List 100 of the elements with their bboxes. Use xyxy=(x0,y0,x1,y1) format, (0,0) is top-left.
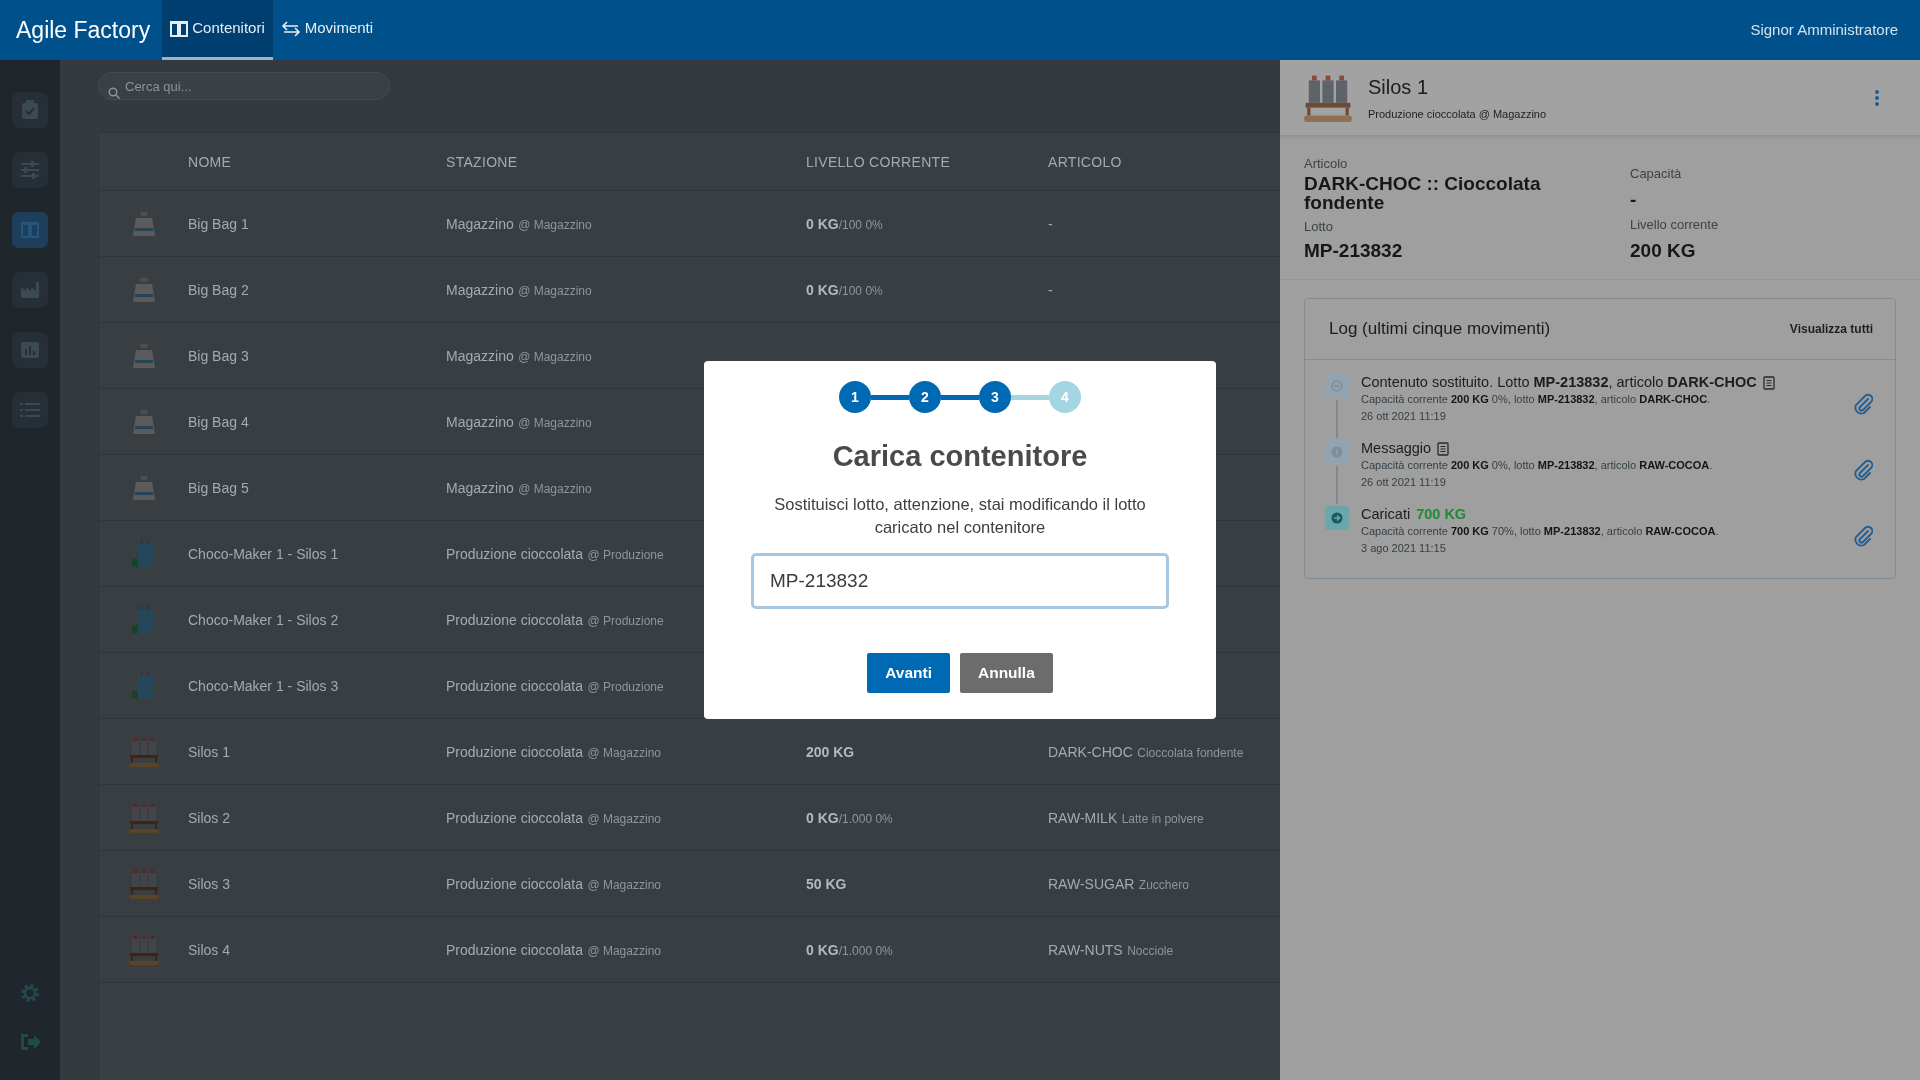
station-text: Produzione cioccolata xyxy=(446,743,583,760)
level-text: 0 KG/100 0% xyxy=(806,283,883,298)
search-icon xyxy=(108,86,120,99)
location-text: @ Magazzino xyxy=(587,877,661,892)
container-name: Silos 4 xyxy=(188,941,231,958)
location-text: @ Magazzino xyxy=(518,349,592,364)
article-code: DARK-CHOC xyxy=(1048,743,1133,760)
container-title: Silos 1 xyxy=(1368,75,1430,101)
column-header: NOME xyxy=(188,153,232,170)
level-text: 0 KG/100 0% xyxy=(806,217,883,232)
sidebar-item[interactable] xyxy=(12,92,48,128)
station-text: Magazzino xyxy=(446,347,514,364)
container-icon xyxy=(170,19,189,38)
location-text: @ Produzione xyxy=(587,547,664,562)
container-name: Silos 1 xyxy=(188,743,231,760)
location-text: @ Magazzino xyxy=(587,745,661,760)
paperclip-icon xyxy=(1853,524,1873,547)
nav-tab[interactable]: Contenitori xyxy=(162,0,273,60)
next-button[interactable]: Avanti xyxy=(867,652,950,693)
bag-icon xyxy=(130,341,157,370)
log-entry-title: Caricati xyxy=(1361,505,1411,524)
container-name: Big Bag 3 xyxy=(188,347,249,364)
silos-icon xyxy=(128,736,159,767)
sidebar-item[interactable] xyxy=(12,392,48,428)
location-text: @ Produzione xyxy=(587,613,664,628)
bag-icon xyxy=(130,275,157,304)
factory-icon xyxy=(20,281,40,299)
log-title: Log (ultimi cinque movimenti) xyxy=(1329,318,1551,341)
dialog-title: Carica contenitore xyxy=(832,439,1088,474)
amount-text: 700 KG xyxy=(1416,505,1467,524)
step-circle: 3 xyxy=(979,381,1011,413)
location-text: @ Magazzino xyxy=(587,943,661,958)
location-text: @ Produzione xyxy=(587,679,664,694)
sliders-icon xyxy=(20,161,40,179)
container-name: Big Bag 2 xyxy=(188,281,249,298)
container-name: Big Bag 5 xyxy=(188,479,249,496)
app-title: Agile Factory xyxy=(15,15,152,45)
article-name: Nocciole xyxy=(1127,943,1174,958)
settings-icon[interactable] xyxy=(19,982,41,1004)
lot-input[interactable]: MP-213832 xyxy=(751,552,1169,609)
step-circle: 4 xyxy=(1049,381,1081,413)
article-name: Zucchero xyxy=(1138,877,1189,892)
sidebar-item[interactable] xyxy=(12,332,48,368)
article-code: - xyxy=(1048,215,1053,232)
station-text: Magazzino xyxy=(446,215,514,232)
sidebar-item[interactable] xyxy=(12,152,48,188)
step-circle: 2 xyxy=(909,381,941,413)
station-text: Produzione cioccolata xyxy=(446,809,583,826)
level-text: 50 KG xyxy=(806,877,847,892)
station-text: Produzione cioccolata xyxy=(446,677,583,694)
station-text: Produzione cioccolata xyxy=(446,941,583,958)
logout-icon[interactable] xyxy=(19,1032,41,1052)
bag-icon xyxy=(130,473,157,502)
bar-chart-icon xyxy=(20,341,40,359)
field-label: Articolo xyxy=(1304,155,1349,173)
field-label: Lotto xyxy=(1304,218,1334,237)
level-text: 0 KG/1.000 0% xyxy=(806,943,893,958)
silos-icon xyxy=(1304,73,1352,122)
info-icon xyxy=(1325,439,1349,464)
nav-tab[interactable]: Movimenti xyxy=(272,0,382,60)
article-code: RAW-SUGAR xyxy=(1048,875,1135,892)
container-name: Silos 2 xyxy=(188,809,231,826)
bag-icon xyxy=(130,407,157,436)
silos-icon xyxy=(128,802,159,833)
sidebar-item[interactable] xyxy=(12,272,48,308)
log-entry-detail: Capacità corrente 200 KG 0%, lotto MP-213832, articolo DARK-CHOC. xyxy=(1361,392,1712,408)
field-label: Livello corrente xyxy=(1630,216,1719,235)
search-field[interactable]: Cerca qui... xyxy=(98,72,390,100)
location-text: @ Magazzino xyxy=(587,811,661,826)
silos-icon xyxy=(128,868,159,899)
station-text: Magazzino xyxy=(446,281,514,298)
location-text: @ Magazzino xyxy=(518,481,592,496)
log-entry-date: 3 ago 2021 11:15 xyxy=(1361,540,1447,556)
container-name: Choco-Maker 1 - Silos 1 xyxy=(188,545,339,562)
container-subtitle: Produzione cioccolata @ Magazzino xyxy=(1368,107,1547,123)
article-name: Cioccolata fondente xyxy=(1137,745,1244,760)
location-text: @ Magazzino xyxy=(518,415,592,430)
swap-icon xyxy=(1325,373,1349,398)
cancel-button[interactable]: Annulla xyxy=(959,652,1053,693)
level-text: 200 KG xyxy=(806,745,855,760)
container-icon xyxy=(21,221,39,239)
container-name: Silos 3 xyxy=(188,875,231,892)
current-level-value: 200 KG xyxy=(1630,240,1697,261)
log-entry-date: 26 ott 2021 11:19 xyxy=(1361,474,1447,490)
level-text: 0 KG/1.000 0% xyxy=(806,811,893,826)
station-text: Magazzino xyxy=(446,479,514,496)
view-all-link[interactable]: Visualizza tutti xyxy=(1789,319,1873,338)
station-text: Magazzino xyxy=(446,413,514,430)
step-circle: 1 xyxy=(839,381,871,413)
field-label: Capacità xyxy=(1630,165,1683,183)
article-code: RAW-MILK xyxy=(1048,809,1118,826)
container-name: Big Bag 1 xyxy=(188,215,249,232)
container-name: Choco-Maker 1 - Silos 3 xyxy=(188,677,339,694)
location-text: @ Magazzino xyxy=(518,217,592,232)
list-icon xyxy=(20,402,40,418)
log-entry-title: Messaggio xyxy=(1361,439,1432,458)
log-entry-detail: Capacità corrente 700 KG 70%, lotto MP-213832, articolo RAW-COCOA. xyxy=(1361,524,1720,540)
silos-icon xyxy=(128,934,159,965)
user-link[interactable]: Signor Amministratore xyxy=(1728,0,1920,60)
sidebar-item[interactable] xyxy=(12,212,48,248)
